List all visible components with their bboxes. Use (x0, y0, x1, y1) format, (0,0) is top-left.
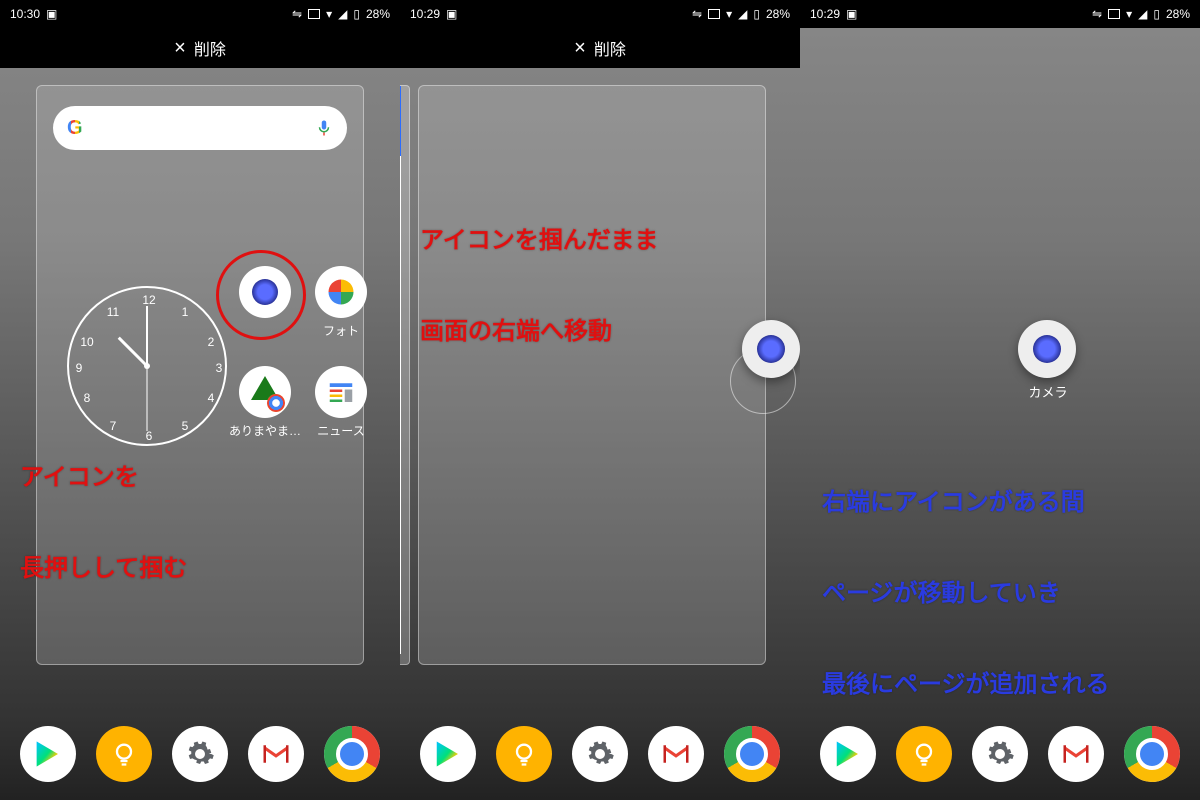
dock-play-store[interactable] (820, 726, 876, 782)
dock-gmail[interactable] (648, 726, 704, 782)
clock-second-hand (147, 366, 148, 431)
wifi-icon: ▾ (726, 7, 732, 21)
battery-icon: ▯ (353, 7, 360, 21)
google-search-widget[interactable]: G (53, 106, 347, 150)
app-label: ありまやま… (229, 424, 301, 438)
delete-drop-zone[interactable]: × 削除 (400, 28, 800, 68)
status-bar: 10:29 ▣ ⇋ ▾ ◢ ▯ 28% (800, 0, 1200, 28)
battery-icon: ▯ (753, 7, 760, 21)
news-icon (315, 366, 367, 418)
app-label-camera: カメラ (1012, 382, 1084, 401)
status-time: 10:30 (10, 7, 40, 21)
screenshot-icon: ▣ (846, 7, 857, 21)
previous-page-edge (400, 85, 410, 665)
dock (800, 726, 1200, 782)
status-bar: 10:30 ▣ ⇋ ▾ ◢ ▯ 28% (0, 0, 400, 28)
close-icon: × (574, 37, 586, 60)
nfc-icon: ⇋ (1092, 7, 1102, 21)
dock-gmail[interactable] (248, 726, 304, 782)
highlight-circle (216, 250, 306, 340)
app-icon-photos[interactable]: フォト (305, 266, 377, 339)
dock-play-store[interactable] (20, 726, 76, 782)
vr-icon (308, 9, 320, 19)
clock-hour-hand (118, 337, 148, 367)
arima-icon (239, 366, 291, 418)
vr-icon (708, 9, 720, 19)
panel-1-longpress: 10:30 ▣ ⇋ ▾ ◢ ▯ 28% × 削除 G 12 1 2 3 4 5 … (0, 0, 400, 800)
dock-settings[interactable] (172, 726, 228, 782)
battery-icon: ▯ (1153, 7, 1160, 21)
panel-2-drag-to-edge: 10:29 ▣ ⇋ ▾ ◢ ▯ 28% × 削除 アイコンを掴んだまま 画面の右… (400, 0, 800, 800)
app-label: ニュース (317, 424, 364, 438)
placed-camera-icon[interactable] (1018, 320, 1076, 378)
home-page-preview-empty[interactable] (418, 85, 766, 665)
dock-tips[interactable] (96, 726, 152, 782)
status-time: 10:29 (410, 7, 440, 21)
status-time: 10:29 (810, 7, 840, 21)
photos-icon (315, 266, 367, 318)
annotation-drag-right: アイコンを掴んだまま 画面の右端へ移動 (420, 218, 658, 355)
dock-chrome[interactable] (324, 726, 380, 782)
battery-percent: 28% (1166, 7, 1190, 21)
annotation-longpress: アイコンを 長押しして掴む (20, 455, 187, 592)
app-icon-arima[interactable]: ありまやま… (229, 366, 301, 439)
battery-percent: 28% (766, 7, 790, 21)
screenshot-icon: ▣ (46, 7, 57, 21)
panel-3-new-page: 10:29 ▣ ⇋ ▾ ◢ ▯ 28% カメラ 右端にアイコンがある間 ページが… (800, 0, 1200, 800)
app-label: フォト (323, 324, 359, 338)
nfc-icon: ⇋ (692, 7, 702, 21)
dragging-camera-icon[interactable] (742, 320, 800, 378)
app-icon-news[interactable]: ニュース (305, 366, 377, 439)
dock (400, 726, 800, 782)
dock-settings[interactable] (972, 726, 1028, 782)
dock-tips[interactable] (496, 726, 552, 782)
nfc-icon: ⇋ (292, 7, 302, 21)
annotation-page-added: 右端にアイコンがある間 ページが移動していき 最後にページが追加される (822, 480, 1110, 708)
close-icon: × (174, 37, 186, 60)
dock (0, 726, 400, 782)
delete-label: 削除 (594, 36, 626, 60)
status-bar: 10:29 ▣ ⇋ ▾ ◢ ▯ 28% (400, 0, 800, 28)
vr-icon (1108, 9, 1120, 19)
signal-icon: ◢ (738, 7, 747, 21)
wifi-icon: ▾ (1126, 7, 1132, 21)
signal-icon: ◢ (1138, 7, 1147, 21)
analog-clock-widget[interactable]: 12 1 2 3 4 5 6 7 8 9 10 11 (67, 286, 227, 446)
dock-play-store[interactable] (420, 726, 476, 782)
delete-label: 削除 (194, 36, 226, 60)
dock-tips[interactable] (896, 726, 952, 782)
google-logo-icon: G (67, 117, 83, 140)
mic-icon[interactable] (315, 119, 333, 137)
wifi-icon: ▾ (326, 7, 332, 21)
battery-percent: 28% (366, 7, 390, 21)
dock-chrome[interactable] (724, 726, 780, 782)
signal-icon: ◢ (338, 7, 347, 21)
dock-chrome[interactable] (1124, 726, 1180, 782)
screenshot-icon: ▣ (446, 7, 457, 21)
clock-minute-hand (146, 306, 148, 366)
delete-drop-zone[interactable]: × 削除 (0, 28, 400, 68)
dock-gmail[interactable] (1048, 726, 1104, 782)
dock-settings[interactable] (572, 726, 628, 782)
